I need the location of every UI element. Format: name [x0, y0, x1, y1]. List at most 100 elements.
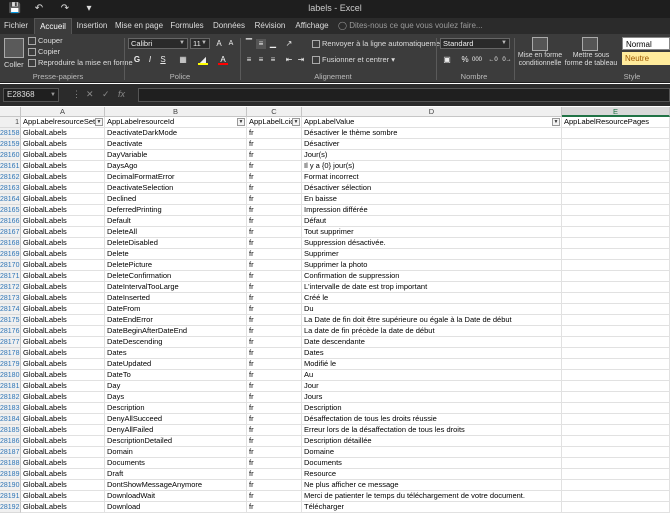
cell-e[interactable] [562, 436, 670, 447]
cell-e[interactable] [562, 326, 670, 337]
cell-b[interactable]: Default [105, 216, 247, 227]
cell-a[interactable]: GlobalLabels [21, 447, 105, 458]
cell-d[interactable]: La date de fin précède la date de début [302, 326, 562, 337]
cell-d[interactable]: Il y a {0} jour(s) [302, 161, 562, 172]
currency-icon[interactable]: ▣ [442, 55, 452, 65]
row-header[interactable]: 28174 [0, 304, 21, 315]
cell-d[interactable]: Ne plus afficher ce message [302, 480, 562, 491]
cell-e[interactable] [562, 403, 670, 414]
cell-c[interactable]: fr [247, 183, 302, 194]
fill-color-icon[interactable]: ◢ [198, 55, 208, 65]
tab-fichier[interactable]: Fichier [0, 18, 32, 34]
cell-b[interactable]: DescriptionDetailed [105, 436, 247, 447]
thousands-separator-button[interactable]: 000 [470, 55, 484, 65]
row-header[interactable]: 28164 [0, 194, 21, 205]
cell-d[interactable]: Resource [302, 469, 562, 480]
row-header[interactable]: 28166 [0, 216, 21, 227]
cell-a[interactable]: GlobalLabels [21, 249, 105, 260]
cell-d[interactable]: Domaine [302, 447, 562, 458]
italic-button[interactable]: I [145, 55, 155, 65]
cell-b[interactable]: Documents [105, 458, 247, 469]
cell-e[interactable] [562, 469, 670, 480]
cell-e[interactable] [562, 480, 670, 491]
cell-d[interactable]: La Date de fin doit être supérieure ou é… [302, 315, 562, 326]
cell-c[interactable]: fr [247, 337, 302, 348]
cell-c[interactable]: fr [247, 304, 302, 315]
cell-d[interactable]: Dates [302, 348, 562, 359]
cell-e[interactable] [562, 150, 670, 161]
cell-b[interactable]: Delete [105, 249, 247, 260]
cell-a[interactable]: GlobalLabels [21, 480, 105, 491]
cell-b[interactable]: Domain [105, 447, 247, 458]
conditional-formatting-button[interactable]: Mise en forme conditionnelle [516, 52, 564, 68]
row-header[interactable]: 28190 [0, 480, 21, 491]
cell-c[interactable]: fr [247, 194, 302, 205]
header-cell[interactable]: AppLabelResourcePages [562, 117, 670, 128]
cell-c[interactable]: fr [247, 491, 302, 502]
cell-d[interactable]: En baisse [302, 194, 562, 205]
cell-c[interactable]: fr [247, 480, 302, 491]
cell-c[interactable]: fr [247, 348, 302, 359]
row-header[interactable]: 28172 [0, 282, 21, 293]
row-header[interactable]: 28182 [0, 392, 21, 403]
name-box[interactable]: E28368 ▼ [3, 88, 59, 102]
cell-c[interactable]: fr [247, 271, 302, 282]
cell-a[interactable]: GlobalLabels [21, 183, 105, 194]
cell-a[interactable]: GlobalLabels [21, 260, 105, 271]
increase-indent-icon[interactable]: ⇥ [296, 55, 306, 65]
row-header[interactable]: 28192 [0, 502, 21, 513]
cell-a[interactable]: GlobalLabels [21, 315, 105, 326]
cell-c[interactable]: fr [247, 392, 302, 403]
filter-dropdown-icon[interactable]: ▼ [95, 118, 103, 126]
cell-e[interactable] [562, 205, 670, 216]
cell-a[interactable]: GlobalLabels [21, 326, 105, 337]
cell-c[interactable]: fr [247, 447, 302, 458]
cell-a[interactable]: GlobalLabels [21, 172, 105, 183]
cell-c[interactable]: fr [247, 172, 302, 183]
cell-d[interactable]: Documents [302, 458, 562, 469]
cell-e[interactable] [562, 260, 670, 271]
filter-dropdown-icon[interactable]: ▼ [552, 118, 560, 126]
align-bottom-icon[interactable]: ▁ [268, 39, 278, 49]
cell-a[interactable]: GlobalLabels [21, 381, 105, 392]
cell-d[interactable]: Merci de patienter le temps du télécharg… [302, 491, 562, 502]
tab-insertion[interactable]: Insertion [74, 18, 110, 34]
row-header[interactable]: 28181 [0, 381, 21, 392]
enter-icon[interactable]: ✓ [102, 89, 110, 100]
cell-d[interactable]: Créé le [302, 293, 562, 304]
cell-e[interactable] [562, 392, 670, 403]
cell-d[interactable]: Du [302, 304, 562, 315]
cell-a[interactable]: GlobalLabels [21, 414, 105, 425]
cell-b[interactable]: DeactivateSelection [105, 183, 247, 194]
tab-accueil[interactable]: Accueil [34, 18, 72, 34]
row-header[interactable]: 28185 [0, 425, 21, 436]
cell-c[interactable]: fr [247, 315, 302, 326]
cell-a[interactable]: GlobalLabels [21, 271, 105, 282]
tab-donnees[interactable]: Données [210, 18, 248, 34]
row-header[interactable]: 28159 [0, 139, 21, 150]
cell-d[interactable]: Erreur lors de la désaffectation de tous… [302, 425, 562, 436]
cell-d[interactable]: L'intervalle de date est trop important [302, 282, 562, 293]
cell-b[interactable]: DeleteConfirmation [105, 271, 247, 282]
insert-function-button[interactable]: fx [118, 89, 125, 99]
cell-d[interactable]: Supprimer [302, 249, 562, 260]
cell-e[interactable] [562, 172, 670, 183]
cell-b[interactable]: DenyAllSucceed [105, 414, 247, 425]
header-cell[interactable]: AppLabelresourceSet ▼ [21, 117, 105, 128]
row-header[interactable]: 28177 [0, 337, 21, 348]
row-header[interactable]: 28165 [0, 205, 21, 216]
cell-c[interactable]: fr [247, 260, 302, 271]
cell-b[interactable]: DownloadWait [105, 491, 247, 502]
row-header[interactable]: 28191 [0, 491, 21, 502]
cell-d[interactable]: Au [302, 370, 562, 381]
cell-c[interactable]: fr [247, 403, 302, 414]
select-all-corner[interactable] [0, 107, 21, 117]
cell-e[interactable] [562, 271, 670, 282]
header-cell[interactable]: AppLabelLcid ▼ [247, 117, 302, 128]
cell-c[interactable]: fr [247, 139, 302, 150]
format-as-table-icon[interactable] [582, 37, 598, 51]
cell-e[interactable] [562, 293, 670, 304]
row-header[interactable]: 1 [0, 117, 21, 128]
cell-d[interactable]: Modifié le [302, 359, 562, 370]
conditional-formatting-icon[interactable] [532, 37, 548, 51]
